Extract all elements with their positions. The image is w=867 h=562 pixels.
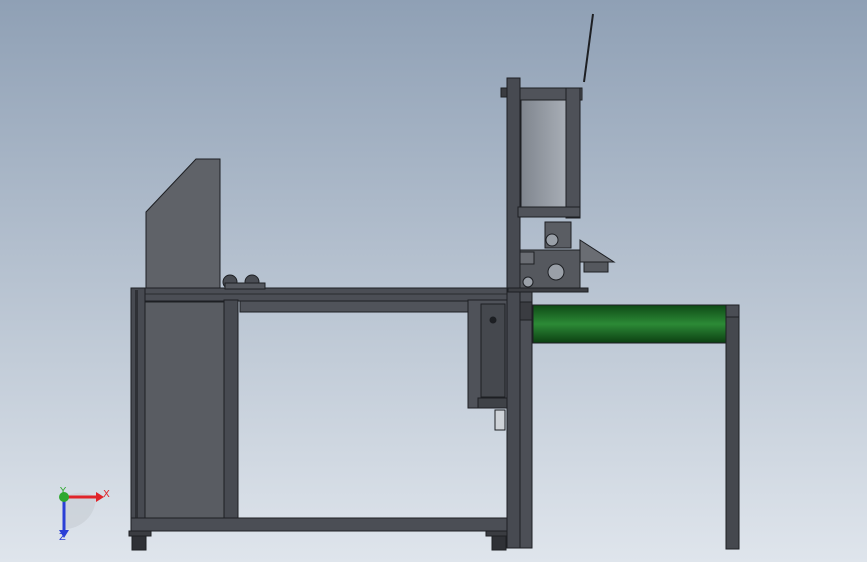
side-panel xyxy=(144,301,225,520)
conveyor-leg xyxy=(725,316,740,550)
triad-x-label: X xyxy=(103,489,110,500)
triad-z-label: Z xyxy=(59,532,66,543)
conveyor-belt xyxy=(532,304,727,344)
assembly-drawing: X Y Z xyxy=(0,0,867,562)
cad-viewport[interactable]: X Y Z xyxy=(0,0,867,562)
triad-y-label: Y xyxy=(59,486,67,497)
bottom-rail xyxy=(130,517,514,532)
